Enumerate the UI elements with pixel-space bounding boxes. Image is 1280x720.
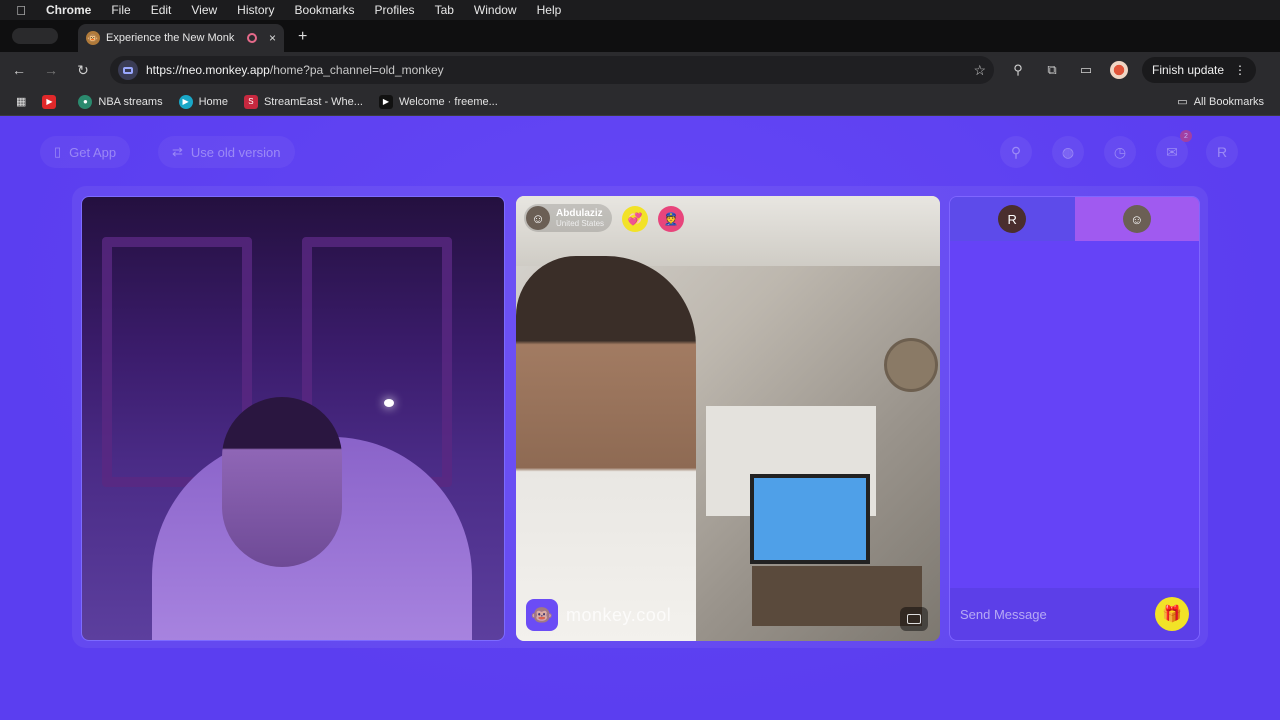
person	[516, 256, 696, 641]
remote-user-avatar: ☺	[526, 206, 550, 230]
macos-menu-bar:  Chrome File Edit View History Bookmark…	[0, 0, 1280, 20]
menu-view[interactable]: View	[191, 3, 217, 17]
url-text[interactable]: https://neo.monkey.app/home?pa_channel=o…	[146, 63, 965, 77]
play-icon: ▶	[178, 94, 193, 109]
recording-icon	[246, 33, 257, 43]
menu-file[interactable]: File	[111, 3, 130, 17]
chat-panel: R ☺ Send Message 🎁	[949, 196, 1200, 641]
extension-pin-icon[interactable]: ⚲	[1008, 60, 1028, 80]
menu-edit[interactable]: Edit	[151, 3, 172, 17]
menu-bookmarks[interactable]: Bookmarks	[295, 3, 355, 17]
close-tab-icon[interactable]: ×	[269, 31, 276, 45]
monkey-favicon-icon: 🐵	[86, 31, 100, 45]
watermark-text: monkey.cool	[566, 604, 672, 625]
camera-site-icon[interactable]	[118, 60, 138, 80]
browser-toolbar: ← → ↻ https://neo.monkey.app/home?pa_cha…	[0, 52, 1280, 88]
police-badge-icon[interactable]: 👮	[658, 206, 684, 232]
menu-profiles[interactable]: Profiles	[375, 3, 415, 17]
back-arrow-icon[interactable]: ←	[10, 62, 28, 78]
address-bar[interactable]: https://neo.monkey.app/home?pa_channel=o…	[110, 56, 994, 84]
url-path: /home?pa_channel=old_monkey	[269, 63, 444, 77]
heart-badge-icon[interactable]: 💞	[622, 206, 648, 232]
bookmark-nba-streams[interactable]: ● NBA streams	[78, 94, 163, 109]
bookmark-streameast[interactable]: S StreamEast - Whe...	[243, 94, 363, 109]
menu-window[interactable]: Window	[474, 3, 517, 17]
chat-tab-self[interactable]: R	[950, 197, 1075, 241]
menu-history[interactable]: History	[237, 3, 274, 17]
remote-avatar-icon: ☺	[1122, 205, 1151, 233]
tab-group-pill[interactable]	[12, 28, 58, 44]
s-icon: S	[243, 94, 258, 109]
finish-update-label: Finish update	[1152, 63, 1225, 77]
remote-user-info: Abdulaziz United States	[556, 208, 604, 229]
local-video-feed	[81, 196, 505, 641]
profile-avatar-icon[interactable]	[1110, 61, 1128, 79]
extensions-puzzle-icon[interactable]: ⧉	[1042, 60, 1062, 80]
self-avatar: R	[998, 205, 1027, 233]
tab-title: Experience the New Monk	[106, 32, 235, 44]
profile-initial: R	[1216, 144, 1228, 160]
light-spot	[384, 399, 394, 407]
monkey-app-page: ▯ Get App ⇄ Use old version ⚲ ◍ ◷ ✉ 2 R ☺…	[0, 116, 1280, 720]
finish-update-button[interactable]: Finish update ⋮	[1142, 57, 1257, 83]
nba-icon: ●	[78, 94, 93, 109]
person-head	[222, 397, 342, 567]
picture-in-picture-icon[interactable]	[900, 607, 928, 631]
send-message-row: Send Message 🎁	[950, 588, 1199, 640]
chat-tabs: R ☺	[950, 197, 1199, 241]
bookmark-label: StreamEast - Whe...	[263, 95, 363, 108]
all-bookmarks-label: All Bookmarks	[1193, 95, 1264, 108]
chat-tab-remote[interactable]: ☺	[1074, 197, 1199, 241]
play-icon: ▶	[378, 94, 393, 109]
kebab-menu-icon[interactable]: ⋮	[1234, 63, 1246, 77]
youtube-icon: ▶	[42, 94, 57, 109]
get-app-label: Get App	[69, 144, 117, 160]
tv-stand	[752, 566, 922, 626]
bookmark-youtube[interactable]: ▶	[42, 94, 62, 109]
remote-user-chip[interactable]: ☺ Abdulaziz United States	[524, 204, 613, 232]
apple-icon[interactable]: 	[14, 3, 28, 18]
menu-app-name[interactable]: Chrome	[46, 3, 91, 17]
search-icon[interactable]: ⚲	[1000, 136, 1032, 168]
bookmark-star-icon[interactable]: ☆	[973, 62, 986, 79]
apps-grid-icon[interactable]: ▦	[16, 95, 26, 108]
tab-strip: 🐵 Experience the New Monk × +	[0, 20, 1280, 52]
bookmarks-bar: ▦ ▶ ● NBA streams ▶ Home S StreamEast - Whe…	[0, 88, 1280, 116]
profile-initial-button[interactable]: R	[1206, 136, 1238, 168]
use-old-version-label: Use old version	[190, 144, 281, 160]
remote-user-country: United States	[556, 218, 605, 228]
bookmark-label: Home	[198, 95, 228, 108]
browser-tab-active[interactable]: 🐵 Experience the New Monk ×	[78, 24, 284, 52]
messages-badge: 2	[1180, 130, 1192, 142]
use-old-version-button[interactable]: ⇄ Use old version	[158, 136, 295, 168]
monkey-watermark: 🐵 monkey.cool	[526, 599, 671, 631]
forward-arrow-icon[interactable]: →	[42, 62, 60, 78]
tv-screen	[750, 474, 870, 564]
bookmark-label: NBA streams	[98, 95, 163, 108]
phone-icon: ▯	[54, 144, 62, 159]
gift-icon[interactable]: 🎁	[1155, 597, 1189, 631]
cast-icon[interactable]: ▭	[1076, 60, 1096, 80]
messages-icon[interactable]: ✉ 2	[1156, 130, 1192, 168]
get-app-button[interactable]: ▯ Get App	[40, 136, 131, 168]
folder-icon: ▭	[1177, 96, 1188, 108]
history-clock-icon[interactable]: ◷	[1104, 136, 1136, 168]
remote-user-name: Abdulaziz	[556, 207, 603, 219]
bookmark-label: Welcome · freeme...	[398, 95, 498, 108]
wall-clock	[884, 338, 938, 392]
monkey-logo-icon: 🐵	[526, 599, 558, 631]
send-message-input[interactable]: Send Message	[960, 607, 1155, 622]
globe-icon[interactable]: ◍	[1052, 136, 1084, 168]
reload-icon[interactable]: ↻	[74, 62, 92, 79]
all-bookmarks[interactable]: ▭ All Bookmarks	[1177, 95, 1264, 109]
menu-tab[interactable]: Tab	[435, 3, 454, 17]
new-tab-button[interactable]: +	[298, 28, 307, 46]
bookmark-freeme[interactable]: ▶ Welcome · freeme...	[378, 94, 498, 109]
remote-video-feed: ☺ Abdulaziz United States 💞 👮 🐵 monkey.c…	[516, 196, 940, 641]
menu-help[interactable]: Help	[537, 3, 562, 17]
swap-icon: ⇄	[172, 144, 183, 159]
bookmark-home[interactable]: ▶ Home	[178, 94, 228, 109]
url-host: https://neo.monkey.app	[146, 63, 270, 77]
